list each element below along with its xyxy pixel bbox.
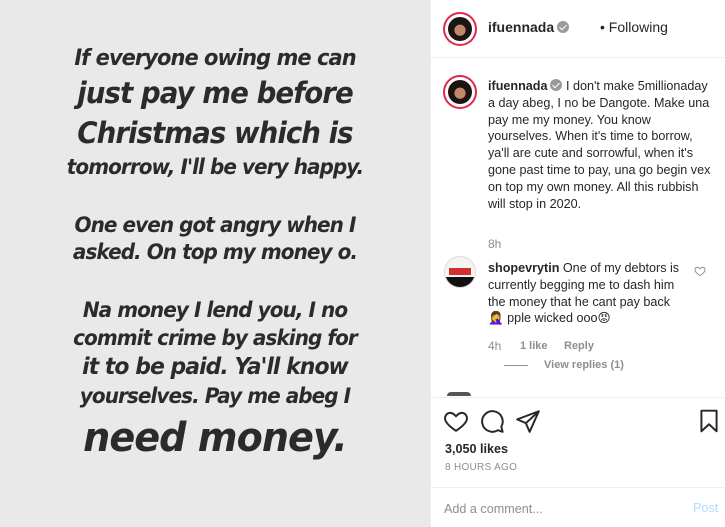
image-text-line: asked. On top my money o. xyxy=(72,240,358,264)
comment-likes[interactable]: 1 like xyxy=(520,339,564,353)
caption-text: I don't make 5millionaday a day abeg, I … xyxy=(488,79,711,211)
image-text-line: it to be paid. Ya'll know xyxy=(82,354,349,380)
post-sidebar: ifuennada • Following ifuennada I don't … xyxy=(430,0,725,527)
commenter-avatar-image xyxy=(444,256,476,288)
post-caption: ifuennada I don't make 5millionaday a da… xyxy=(488,78,716,212)
likes-count[interactable]: 3,050 likes xyxy=(445,442,508,456)
comment-like-icon[interactable] xyxy=(694,265,706,277)
post-actions: 3,050 likes 8 HOURS AGO xyxy=(431,397,725,487)
following-button[interactable]: Following xyxy=(609,19,668,35)
share-icon[interactable] xyxy=(515,408,541,434)
post-header: ifuennada • Following xyxy=(431,0,725,58)
comment: shopevrytin One of my debtors is current… xyxy=(488,260,688,327)
verified-icon xyxy=(550,79,563,91)
view-replies-button[interactable]: View replies (1) xyxy=(504,359,624,371)
post-timestamp[interactable]: 8 HOURS AGO xyxy=(445,462,517,473)
verified-icon xyxy=(557,21,570,33)
view-replies-line xyxy=(504,364,528,366)
image-text-line: yourselves. Pay me abeg I xyxy=(79,384,351,408)
author-avatar[interactable] xyxy=(443,12,477,46)
reply-button[interactable]: Reply xyxy=(564,339,594,353)
commenter-avatar[interactable] xyxy=(444,256,476,288)
caption-timestamp[interactable]: 8h xyxy=(488,237,501,251)
comment-input[interactable] xyxy=(444,500,664,518)
comment-meta: 4h 1 like Reply xyxy=(488,339,594,353)
caption-author-avatar[interactable] xyxy=(443,75,477,109)
image-text-line: tomorrow, I'll be very happy. xyxy=(66,155,364,179)
image-text-line: need money. xyxy=(83,415,348,461)
follow-status[interactable]: • Following xyxy=(600,19,668,35)
next-comment-avatar[interactable] xyxy=(447,392,471,396)
author-username-link[interactable]: ifuennada xyxy=(488,19,570,37)
separator-dot: • xyxy=(600,19,605,35)
author-username[interactable]: ifuennada xyxy=(488,19,554,35)
image-text-line: just pay me before xyxy=(77,76,354,110)
image-text-line: Na money I lend you, I no xyxy=(82,298,348,322)
commenter-username[interactable]: shopevrytin xyxy=(488,261,559,275)
comment-timestamp[interactable]: 4h xyxy=(488,339,520,353)
add-comment-bar: Post xyxy=(431,487,725,527)
heart-icon[interactable] xyxy=(443,408,469,434)
comment-icon[interactable] xyxy=(479,408,505,434)
view-replies-label: View replies (1) xyxy=(544,359,624,371)
post-image[interactable]: If everyone owing me can just pay me bef… xyxy=(0,0,430,527)
image-text-line: Christmas which is xyxy=(77,116,353,150)
image-text-line: commit crime by asking for xyxy=(73,326,358,350)
image-text-line: One even got angry when I xyxy=(74,213,357,237)
post-comment-button[interactable]: Post xyxy=(693,501,718,515)
caption-username[interactable]: ifuennada xyxy=(488,79,547,93)
bookmark-icon[interactable] xyxy=(696,408,722,434)
image-text-line: If everyone owing me can xyxy=(74,46,356,71)
